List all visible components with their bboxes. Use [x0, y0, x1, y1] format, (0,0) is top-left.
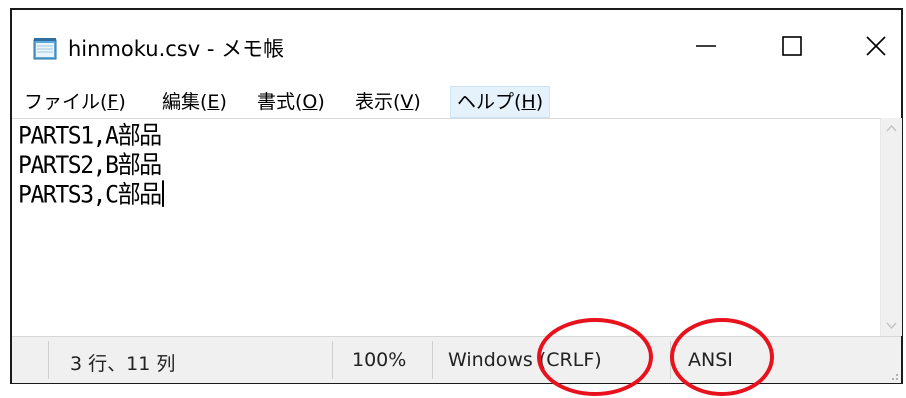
menu-format-label: 書式( — [257, 91, 303, 113]
editor-line: PARTS2,B部品 — [18, 151, 162, 180]
menu-file-accel: F — [107, 91, 119, 113]
menu-bar: ファイル(F) 編集(E) 書式(O) 表示(V) ヘルプ(H) — [12, 86, 901, 118]
editor-line-last: PARTS3,C部品 — [18, 180, 164, 210]
menu-help-suffix: ) — [535, 91, 544, 113]
menu-edit-accel: E — [207, 91, 220, 113]
menu-view-label: 表示( — [355, 91, 401, 113]
close-button[interactable] — [846, 26, 906, 66]
menu-edit-suffix: ) — [219, 91, 227, 113]
menu-file-suffix: ) — [118, 91, 126, 113]
maximize-button[interactable] — [762, 26, 822, 66]
status-separator — [332, 341, 333, 379]
cursor-position: 3 行、11 列 — [70, 353, 176, 375]
editor-content: PARTS1,A部品 PARTS2,B部品 PARTS3,C部品 — [18, 121, 164, 210]
menu-view-accel: V — [400, 91, 414, 113]
menu-file[interactable]: ファイル(F) — [24, 86, 126, 118]
scroll-up-icon[interactable] — [886, 124, 897, 132]
notepad-icon — [33, 38, 57, 60]
menu-view-suffix: ) — [413, 91, 421, 113]
text-caret — [161, 180, 164, 207]
menu-view[interactable]: 表示(V) — [355, 86, 421, 118]
menu-edit-label: 編集( — [162, 91, 208, 113]
maximize-icon — [782, 36, 802, 56]
menu-help-accel: H — [521, 91, 536, 113]
status-separator — [432, 341, 433, 379]
resize-grip-icon[interactable] — [887, 369, 899, 381]
editor-line: PARTS1,A部品 — [18, 122, 162, 150]
zoom-level: 100% — [352, 349, 407, 371]
status-separator — [670, 341, 671, 379]
status-bar: 3 行、11 列 100% Windows (CRLF) ANSI — [12, 336, 901, 383]
menu-edit[interactable]: 編集(E) — [162, 86, 227, 118]
vertical-scrollbar[interactable] — [880, 118, 902, 336]
scroll-down-icon[interactable] — [886, 322, 897, 330]
window-title: hinmoku.csv - メモ帳 — [68, 37, 285, 61]
encoding: ANSI — [688, 349, 733, 371]
menu-format[interactable]: 書式(O) — [257, 86, 325, 118]
menu-format-accel: O — [302, 91, 318, 113]
menu-format-suffix: ) — [317, 91, 325, 113]
menu-help[interactable]: ヘルプ(H) — [450, 86, 551, 118]
editor-line: PARTS3,C部品 — [18, 181, 162, 209]
status-separator — [48, 341, 49, 379]
close-icon — [866, 36, 886, 56]
menu-help-label: ヘルプ( — [457, 91, 522, 113]
minimize-button[interactable] — [676, 26, 736, 66]
notepad-window: hinmoku.csv - メモ帳 ファイル(F) 編集(E) 書式(O) 表示… — [10, 8, 903, 384]
title-bar[interactable]: hinmoku.csv - メモ帳 — [12, 10, 901, 80]
minimize-icon — [696, 45, 716, 47]
text-editor[interactable]: PARTS1,A部品 PARTS2,B部品 PARTS3,C部品 — [12, 118, 880, 337]
menu-file-label: ファイル( — [24, 91, 108, 113]
line-ending: Windows (CRLF) — [448, 349, 602, 371]
